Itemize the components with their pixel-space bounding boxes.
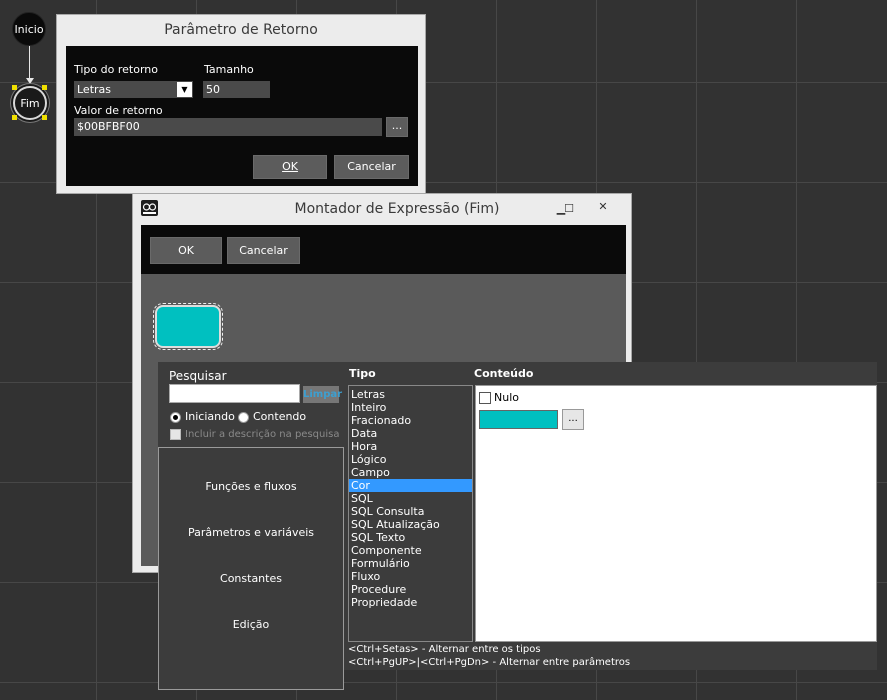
resize-handle[interactable] (42, 115, 47, 120)
radio-containing[interactable] (238, 412, 249, 423)
flow-connector (29, 46, 30, 80)
tipo-select-value: Letras (77, 83, 112, 96)
conteudo-area: Nulo ... (475, 385, 877, 642)
valor-label: Valor de retorno (74, 104, 163, 117)
dialog-body: Tipo do retorno Letras ▼ Tamanho 50 Valo… (66, 46, 418, 186)
menu-item-funcoes[interactable]: Funções e fluxos (159, 480, 343, 493)
conteudo-header: Conteúdo (474, 367, 534, 380)
list-item[interactable]: SQL Consulta (349, 505, 472, 518)
list-item[interactable]: Lógico (349, 453, 472, 466)
menu-item-parametros[interactable]: Parâmetros e variáveis (159, 526, 343, 539)
tipo-label: Tipo do retorno (74, 63, 158, 76)
list-item[interactable]: Fluxo (349, 570, 472, 583)
color-picker-button[interactable]: ... (562, 409, 584, 430)
menu-item-constantes[interactable]: Constantes (159, 572, 343, 585)
node-label: Fim (20, 96, 40, 110)
menu-item-edicao[interactable]: Edição (159, 618, 343, 631)
nulo-checkbox[interactable] (479, 392, 491, 404)
ok-button[interactable]: OK (253, 155, 327, 179)
list-item[interactable]: Inteiro (349, 401, 472, 414)
list-item[interactable]: Data (349, 427, 472, 440)
browse-button[interactable]: ... (386, 117, 408, 137)
list-item[interactable]: Hora (349, 440, 472, 453)
list-item[interactable]: Propriedade (349, 596, 472, 609)
valor-value: $00BFBF00 (77, 120, 140, 133)
arrow-down-icon (26, 78, 34, 84)
node-label: Inicio (14, 22, 44, 36)
app-icon (141, 200, 158, 216)
list-item[interactable]: Componente (349, 544, 472, 557)
shortcut-hint-params: <Ctrl+PgUP>|<Ctrl+PgDn> - Alternar entre… (348, 657, 631, 668)
tipo-header: Tipo (349, 367, 376, 380)
list-item[interactable]: SQL (349, 492, 472, 505)
maximize-icon[interactable]: ☐ (559, 198, 579, 218)
resize-handle[interactable] (42, 85, 47, 90)
resize-handle[interactable] (12, 85, 17, 90)
toolbar: OK Cancelar (141, 225, 626, 274)
color-value-field[interactable] (479, 410, 558, 429)
tipo-select[interactable]: Letras (74, 81, 193, 98)
include-desc-label: Incluir a descrição na pesquisa (185, 429, 340, 440)
list-item[interactable]: Campo (349, 466, 472, 479)
list-item-selected[interactable]: Cor (349, 479, 472, 492)
list-item[interactable]: SQL Texto (349, 531, 472, 544)
list-item[interactable]: Procedure (349, 583, 472, 596)
valor-input[interactable]: $00BFBF00 (74, 118, 382, 136)
tamanho-label: Tamanho (204, 63, 254, 76)
nulo-label: Nulo (494, 391, 519, 404)
param-dialog: Parâmetro de Retorno Tipo do retorno Let… (56, 14, 426, 194)
ok-button[interactable]: OK (150, 237, 222, 264)
expression-color-swatch[interactable] (153, 303, 223, 350)
search-label: Pesquisar (169, 369, 227, 383)
cancel-button[interactable]: Cancelar (227, 237, 300, 264)
chevron-down-icon[interactable]: ▼ (177, 82, 192, 97)
category-menu: Funções e fluxos Parâmetros e variáveis … (158, 447, 344, 690)
include-desc-checkbox[interactable] (170, 429, 181, 440)
radio-containing-label: Contendo (253, 410, 307, 423)
list-item[interactable]: Letras (349, 388, 472, 401)
clear-button[interactable]: Limpar (303, 386, 342, 403)
radio-starting[interactable] (170, 412, 181, 423)
tamanho-input[interactable]: 50 (203, 81, 270, 98)
list-item[interactable]: SQL Atualização (349, 518, 472, 531)
shortcut-hint-types: <Ctrl+Setas> - Alternar entre os tipos (348, 644, 541, 655)
tipo-list[interactable]: Letras Inteiro Fracionado Data Hora Lógi… (348, 385, 473, 642)
search-input[interactable] (169, 384, 300, 403)
radio-starting-label: Iniciando (185, 410, 235, 423)
list-item[interactable]: Formulário (349, 557, 472, 570)
resize-handle[interactable] (12, 115, 17, 120)
tamanho-value: 50 (206, 83, 220, 96)
list-item[interactable]: Fracionado (349, 414, 472, 427)
close-icon[interactable]: ✕ (581, 197, 625, 215)
dialog-title: Parâmetro de Retorno (164, 22, 318, 38)
cancel-button[interactable]: Cancelar (334, 155, 409, 179)
flow-node-inicio[interactable]: Inicio (12, 12, 46, 46)
